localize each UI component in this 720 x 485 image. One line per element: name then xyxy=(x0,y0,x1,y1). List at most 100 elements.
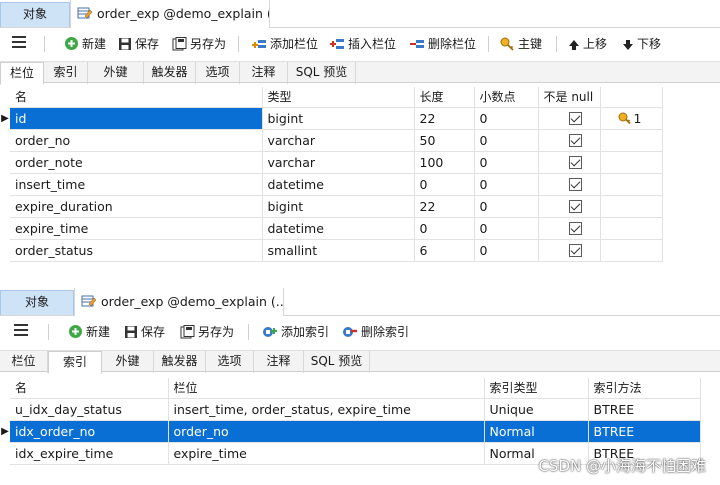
index-header-type[interactable]: 索引类型 xyxy=(484,378,589,399)
column-length-cell[interactable]: 22 xyxy=(414,195,475,218)
subtab-triggers[interactable]: 触发器 xyxy=(144,62,196,84)
menu-icon[interactable] xyxy=(14,324,28,338)
tab-objects[interactable]: 对象 xyxy=(0,290,74,315)
not-null-cell[interactable] xyxy=(538,195,601,218)
column-length-cell[interactable]: 50 xyxy=(414,129,475,152)
table-row[interactable]: u_idx_day_status insert_time, order_stat… xyxy=(0,398,701,421)
move-up-button[interactable]: 上移 xyxy=(568,28,607,60)
save-button[interactable]: 保存 xyxy=(118,28,159,60)
index-name-cell[interactable]: idx_order_no xyxy=(10,420,169,443)
subtab-comments[interactable]: 注释 xyxy=(254,351,304,373)
column-name-cell[interactable]: expire_duration xyxy=(10,195,263,218)
not-null-cell[interactable] xyxy=(538,217,601,240)
save-as-button[interactable]: 另存为 xyxy=(180,316,234,348)
index-method-cell[interactable]: BTREE xyxy=(588,420,701,443)
index-name-cell[interactable]: u_idx_day_status xyxy=(10,398,169,421)
not-null-checkbox[interactable] xyxy=(568,199,582,213)
table-row[interactable]: insert_time datetime 0 0 xyxy=(0,173,663,196)
subtab-foreign-keys[interactable]: 外键 xyxy=(102,351,154,373)
not-null-checkbox[interactable] xyxy=(568,155,582,169)
primary-key-button[interactable]: 主键 xyxy=(500,28,542,60)
add-column-button[interactable]: 添加栏位 xyxy=(252,28,318,60)
column-name-cell[interactable]: order_note xyxy=(10,151,263,174)
index-method-cell[interactable]: BTREE xyxy=(588,398,701,421)
table-row[interactable]: ▶ id bigint 22 0 1 xyxy=(0,107,663,130)
add-index-button[interactable]: 添加索引 xyxy=(262,316,329,348)
index-header-fields[interactable]: 栏位 xyxy=(168,378,485,399)
column-decimals-cell[interactable]: 0 xyxy=(474,129,539,152)
column-length-cell[interactable]: 0 xyxy=(414,173,475,196)
column-type-cell[interactable]: bigint xyxy=(262,107,415,130)
column-header-length[interactable]: 长度 xyxy=(414,87,475,108)
column-decimals-cell[interactable]: 0 xyxy=(474,107,539,130)
insert-column-button[interactable]: 插入栏位 xyxy=(330,28,396,60)
column-length-cell[interactable]: 22 xyxy=(414,107,475,130)
delete-index-button[interactable]: 删除索引 xyxy=(342,316,409,348)
index-type-cell[interactable]: Normal xyxy=(484,420,589,443)
subtab-options[interactable]: 选项 xyxy=(206,351,254,373)
subtab-indexes[interactable]: 索引 xyxy=(48,351,102,374)
tab-table-design[interactable]: order_exp @demo_explain (... xyxy=(74,288,284,316)
new-button[interactable]: 新建 xyxy=(68,316,110,348)
subtab-indexes[interactable]: 索引 xyxy=(44,62,88,84)
subtab-sql-preview[interactable]: SQL 预览 xyxy=(304,351,370,373)
subtab-comments[interactable]: 注释 xyxy=(240,62,288,84)
column-name-cell[interactable]: order_status xyxy=(10,239,263,262)
tab-table-design[interactable]: order_exp @demo_explain (... xyxy=(70,0,270,28)
not-null-checkbox[interactable] xyxy=(568,221,582,235)
not-null-cell[interactable] xyxy=(538,151,601,174)
index-type-cell[interactable]: Unique xyxy=(484,398,589,421)
column-type-cell[interactable]: varchar xyxy=(262,129,415,152)
table-row[interactable]: expire_duration bigint 22 0 xyxy=(0,195,663,218)
index-fields-cell[interactable]: expire_time xyxy=(168,442,485,465)
subtab-foreign-keys[interactable]: 外键 xyxy=(88,62,144,84)
column-header-not-null[interactable]: 不是 null xyxy=(538,87,601,108)
column-decimals-cell[interactable]: 0 xyxy=(474,239,539,262)
move-down-button[interactable]: 下移 xyxy=(622,28,661,60)
column-name-cell[interactable]: insert_time xyxy=(10,173,263,196)
column-length-cell[interactable]: 6 xyxy=(414,239,475,262)
subtab-sql-preview[interactable]: SQL 预览 xyxy=(288,62,356,84)
not-null-checkbox[interactable] xyxy=(568,243,582,257)
subtab-columns[interactable]: 栏位 xyxy=(0,62,44,85)
new-button[interactable]: 新建 xyxy=(64,28,106,60)
table-row[interactable]: ▶ idx_order_no order_no Normal BTREE xyxy=(0,420,701,443)
column-name-cell[interactable]: expire_time xyxy=(10,217,263,240)
index-header-name[interactable]: 名 xyxy=(10,378,169,399)
table-row[interactable]: order_note varchar 100 0 xyxy=(0,151,663,174)
not-null-cell[interactable] xyxy=(538,173,601,196)
column-header-decimals[interactable]: 小数点 xyxy=(474,87,539,108)
column-type-cell[interactable]: smallint xyxy=(262,239,415,262)
index-header-method[interactable]: 索引方法 xyxy=(588,378,701,399)
index-fields-cell[interactable]: order_no xyxy=(168,420,485,443)
column-header-name[interactable]: 名 xyxy=(10,87,263,108)
subtab-columns[interactable]: 栏位 xyxy=(0,351,48,373)
column-type-cell[interactable]: bigint xyxy=(262,195,415,218)
not-null-cell[interactable] xyxy=(538,129,601,152)
delete-column-button[interactable]: 删除栏位 xyxy=(410,28,476,60)
not-null-checkbox[interactable] xyxy=(568,133,582,147)
index-fields-cell[interactable]: insert_time, order_status, expire_time xyxy=(168,398,485,421)
table-row[interactable]: expire_time datetime 0 0 xyxy=(0,217,663,240)
column-length-cell[interactable]: 100 xyxy=(414,151,475,174)
table-row[interactable]: order_status smallint 6 0 xyxy=(0,239,663,262)
column-length-cell[interactable]: 0 xyxy=(414,217,475,240)
subtab-triggers[interactable]: 触发器 xyxy=(154,351,206,373)
column-decimals-cell[interactable]: 0 xyxy=(474,217,539,240)
column-name-cell[interactable]: id xyxy=(10,107,263,130)
column-header-key[interactable] xyxy=(600,87,663,108)
column-type-cell[interactable]: datetime xyxy=(262,217,415,240)
subtab-options[interactable]: 选项 xyxy=(196,62,240,84)
column-type-cell[interactable]: varchar xyxy=(262,151,415,174)
not-null-checkbox[interactable] xyxy=(568,111,582,125)
column-type-cell[interactable]: datetime xyxy=(262,173,415,196)
menu-icon[interactable] xyxy=(12,36,26,50)
not-null-cell[interactable] xyxy=(538,107,601,130)
tab-objects[interactable]: 对象 xyxy=(0,2,70,27)
not-null-cell[interactable] xyxy=(538,239,601,262)
save-as-button[interactable]: 另存为 xyxy=(172,28,226,60)
column-decimals-cell[interactable]: 0 xyxy=(474,173,539,196)
table-row[interactable]: order_no varchar 50 0 xyxy=(0,129,663,152)
index-name-cell[interactable]: idx_expire_time xyxy=(10,442,169,465)
column-decimals-cell[interactable]: 0 xyxy=(474,195,539,218)
